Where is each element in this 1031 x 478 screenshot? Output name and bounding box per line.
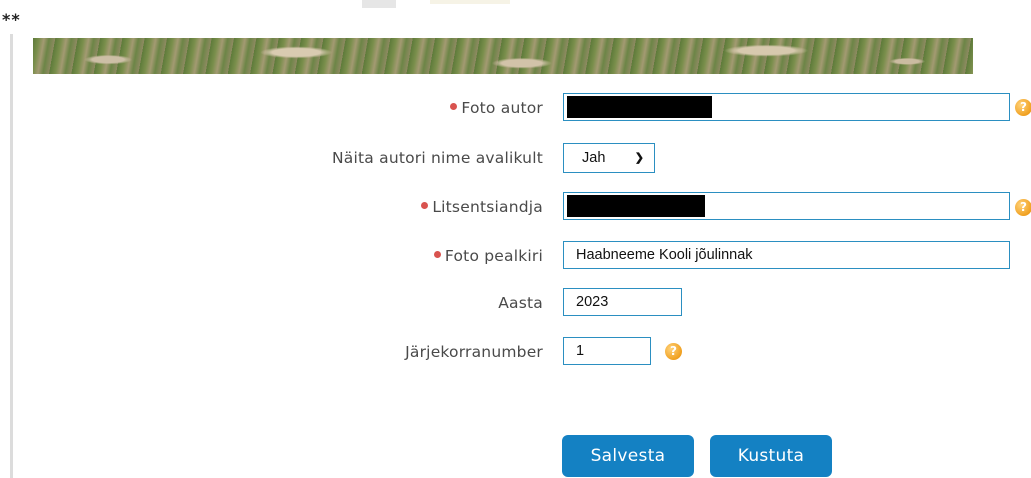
photo-author-label: Foto autor [450,93,543,123]
required-indicator-icon [421,202,429,209]
photo-title-label: Foto pealkiri [433,241,543,271]
redaction-block [567,96,712,118]
show-author-label: Näita autori nime avalikult [332,149,543,167]
year-input[interactable]: 2023 [563,288,682,316]
field-row-year: Aasta 2023 [0,288,1031,318]
help-icon[interactable]: ? [665,343,682,360]
save-button[interactable]: Salvesta [562,435,694,477]
chevron-down-icon: ❯ [634,152,644,164]
required-indicator-icon [450,103,458,110]
year-label: Aasta [498,294,543,312]
licensor-label: Litsentsiandja [421,192,543,222]
field-row-photo-author: Foto autor ? [0,93,1031,123]
top-fragment [362,0,396,8]
sequence-number-label: Järjekorranumber [405,343,543,361]
field-row-sequence-number: Järjekorranumber 1 ? [0,337,1031,367]
photo-title-input[interactable]: Haabneeme Kooli jõulinnak [563,241,1010,269]
redaction-block [567,195,705,217]
sequence-number-input[interactable]: 1 [563,337,651,365]
help-icon[interactable]: ? [1015,199,1031,216]
licensor-input[interactable] [563,192,1010,220]
photo-preview [33,38,973,74]
field-row-show-author: Näita autori nime avalikult Jah ❯ [0,143,1031,173]
field-row-photo-title: Foto pealkiri Haabneeme Kooli jõulinnak [0,241,1031,271]
delete-button[interactable]: Kustuta [710,435,832,477]
top-fragment-2 [430,0,510,4]
field-row-licensor: Litsentsiandja ? [0,192,1031,222]
photo-author-input[interactable] [563,93,1010,121]
page-marker: ** [2,10,21,29]
show-author-select[interactable]: Jah ❯ [563,143,655,173]
required-indicator-icon [433,251,441,258]
help-icon[interactable]: ? [1015,99,1031,116]
